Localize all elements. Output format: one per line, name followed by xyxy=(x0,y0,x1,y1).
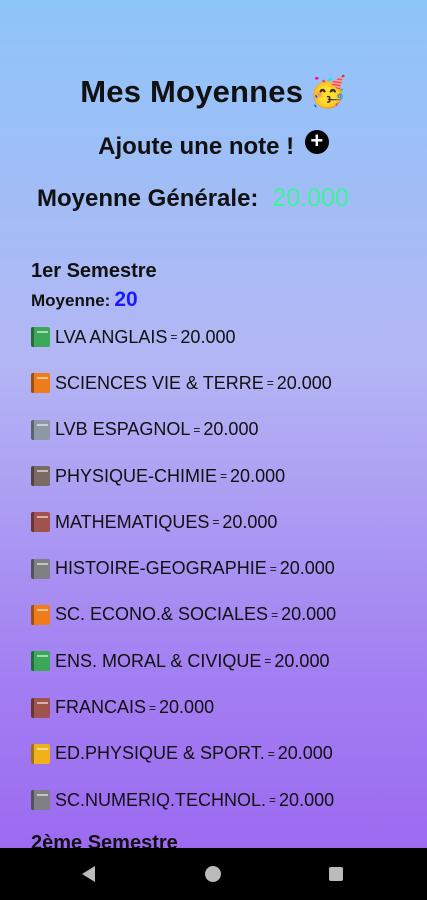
subject-name: FRANCAIS xyxy=(55,697,147,718)
subject-grade: 20.000 xyxy=(274,650,330,671)
equals-sign: = xyxy=(271,607,279,622)
equals-sign: = xyxy=(212,515,220,530)
subject-row[interactable]: PHYSIQUE-CHIMIE = 20.000 xyxy=(31,453,336,499)
subject-grade: 20.000 xyxy=(277,743,333,764)
equals-sign: = xyxy=(269,561,277,576)
subject-grade: 20.000 xyxy=(203,419,259,440)
add-note-label: Ajoute une note ! xyxy=(98,133,295,160)
book-icon xyxy=(31,697,50,718)
subject-row[interactable]: LVA ANGLAIS = 20.000 xyxy=(31,314,336,360)
subject-row[interactable]: SC.NUMERIQ.TECHNOL. = 20.000 xyxy=(31,777,336,823)
semester-1-average: Moyenne: 20 xyxy=(31,288,138,312)
party-face-icon: 🥳 xyxy=(309,75,347,110)
book-icon xyxy=(31,327,50,348)
subject-name: ED.PHYSIQUE & SPORT. xyxy=(55,743,265,764)
equals-sign: = xyxy=(267,746,275,761)
equals-sign: = xyxy=(269,793,277,808)
subject-row[interactable]: SCIENCES VIE & TERRE = 20.000 xyxy=(31,360,336,406)
subject-name: SCIENCES VIE & TERRE xyxy=(55,372,264,393)
subject-name: PHYSIQUE-CHIMIE xyxy=(55,465,218,486)
equals-sign: = xyxy=(264,654,272,669)
semester-1-title: 1er Semestre xyxy=(31,260,157,282)
subject-list: LVA ANGLAIS = 20.000 SCIENCES VIE & TERRE = 2… xyxy=(31,314,336,823)
subject-grade: 20.000 xyxy=(279,558,335,579)
equals-sign: = xyxy=(193,422,201,437)
subject-row[interactable]: ENS. MORAL & CIVIQUE = 20.000 xyxy=(31,638,336,684)
subject-row[interactable]: FRANCAIS = 20.000 xyxy=(31,684,336,730)
book-icon xyxy=(31,558,50,579)
back-icon[interactable] xyxy=(82,866,95,882)
subject-name: LVA ANGLAIS xyxy=(55,326,168,347)
semester-2-title[interactable]: 2ème Semestre xyxy=(31,832,178,848)
subject-row[interactable]: HISTOIRE-GEOGRAPHIE = 20.000 xyxy=(31,545,336,591)
subject-grade: 20.000 xyxy=(222,511,278,532)
android-navigation-bar xyxy=(0,848,427,900)
subject-grade: 20.000 xyxy=(180,326,236,347)
page-title-text: Mes Moyennes xyxy=(80,74,304,109)
book-icon xyxy=(31,512,50,533)
subject-row[interactable]: SC. ECONO.& SOCIALES = 20.000 xyxy=(31,592,336,638)
equals-sign: = xyxy=(220,469,228,484)
page-title: Mes Moyennes 🥳 xyxy=(0,74,427,110)
subject-name: HISTOIRE-GEOGRAPHIE xyxy=(55,558,267,579)
plus-circle-icon[interactable]: + xyxy=(304,130,329,154)
book-icon xyxy=(31,419,50,440)
app-screen: Mes Moyennes 🥳 Ajoute une note ! + Moyenn… xyxy=(0,0,427,848)
subject-name: SC. ECONO.& SOCIALES xyxy=(55,604,269,625)
semester-1-average-label: Moyenne: xyxy=(31,291,111,310)
subject-row[interactable]: MATHEMATIQUES = 20.000 xyxy=(31,499,336,545)
book-icon xyxy=(31,651,50,672)
add-note-button[interactable]: Ajoute une note ! + xyxy=(0,130,427,161)
book-icon xyxy=(31,604,50,625)
subject-name: ENS. MORAL & CIVIQUE xyxy=(55,650,262,671)
subject-name: MATHEMATIQUES xyxy=(55,511,210,532)
subject-grade: 20.000 xyxy=(230,465,286,486)
equals-sign: = xyxy=(170,330,178,345)
subject-grade: 20.000 xyxy=(279,789,335,810)
equals-sign: = xyxy=(266,376,274,391)
subject-grade: 20.000 xyxy=(276,372,332,393)
general-average: Moyenne Générale: 20.000 xyxy=(37,184,349,213)
recents-icon[interactable] xyxy=(329,867,343,881)
home-icon[interactable] xyxy=(205,866,221,882)
book-icon xyxy=(31,743,50,764)
subject-grade: 20.000 xyxy=(281,604,337,625)
general-average-value: 20.000 xyxy=(272,184,349,212)
book-icon xyxy=(31,790,50,811)
equals-sign: = xyxy=(149,700,157,715)
subject-grade: 20.000 xyxy=(159,697,215,718)
semester-1-average-value: 20 xyxy=(114,288,138,311)
subject-row[interactable]: LVB ESPAGNOL = 20.000 xyxy=(31,407,336,453)
book-icon xyxy=(31,466,50,487)
book-icon xyxy=(31,373,50,394)
general-average-label: Moyenne Générale: xyxy=(37,185,259,212)
subject-row[interactable]: ED.PHYSIQUE & SPORT. = 20.000 xyxy=(31,731,336,777)
subject-name: LVB ESPAGNOL xyxy=(55,419,191,440)
subject-name: SC.NUMERIQ.TECHNOL. xyxy=(55,789,267,810)
